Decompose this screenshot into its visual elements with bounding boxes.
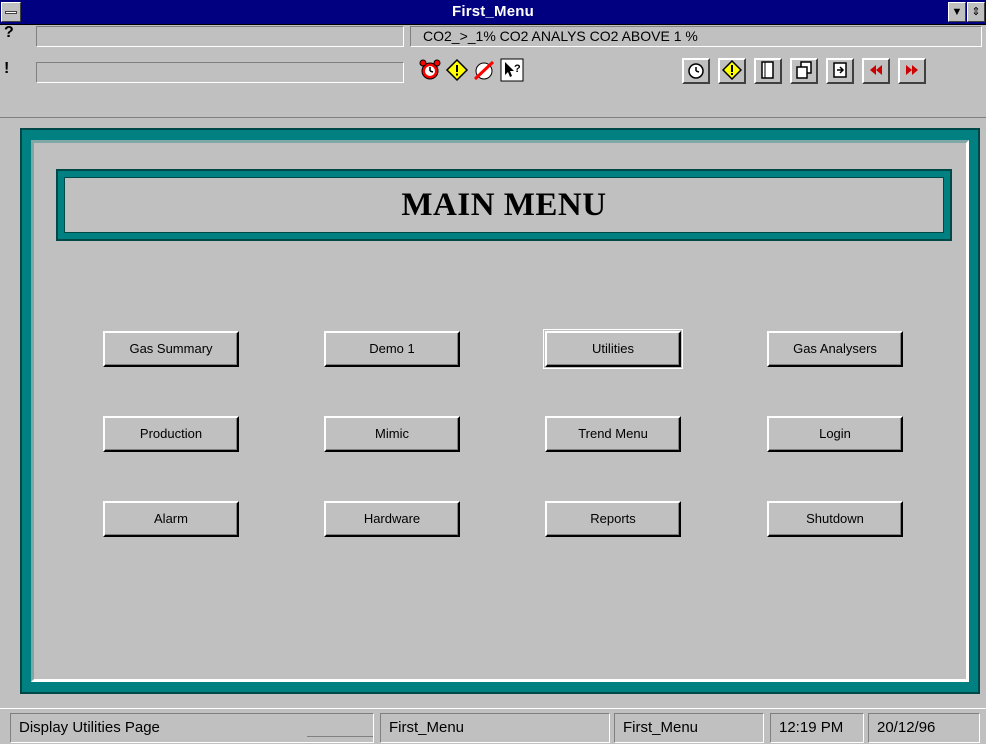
mimic-button[interactable]: Mimic: [324, 416, 460, 452]
next-page-button[interactable]: [898, 58, 926, 84]
restore-button[interactable]: ⇕: [967, 2, 985, 22]
utilities-button[interactable]: Utilities: [543, 329, 683, 369]
warning-icon: [721, 59, 743, 81]
exit-page-button[interactable]: [826, 58, 854, 84]
status-display-name: First_Menu: [380, 713, 610, 743]
alert-exclamation-icon[interactable]: !: [4, 59, 34, 79]
info-field-bottom: [36, 62, 404, 83]
gas-analysers-button[interactable]: Gas Analysers: [767, 331, 903, 367]
hardware-button[interactable]: Hardware: [324, 501, 460, 537]
help-pointer-icon[interactable]: ?: [500, 58, 524, 82]
status-message-text: Display Utilities Page: [19, 719, 160, 736]
alarm-summary-icon: [688, 63, 704, 79]
next-page-icon: [906, 65, 918, 75]
status-bar: Display Utilities Page First_Menu First_…: [0, 708, 986, 744]
main-menu-banner: MAIN MENU: [56, 169, 952, 241]
minimize-button[interactable]: ▼: [948, 2, 966, 22]
exit-page-icon: [833, 62, 847, 78]
demo-1-button[interactable]: Demo 1: [324, 331, 460, 367]
help-question-icon[interactable]: ?: [4, 23, 34, 43]
status-message: Display Utilities Page: [10, 713, 374, 743]
alarm-button[interactable]: Alarm: [103, 501, 239, 537]
status-display-name-2: First_Menu: [614, 713, 764, 743]
page-title: MAIN MENU: [401, 187, 607, 223]
status-divider: [307, 736, 373, 737]
disable-alarm-icon[interactable]: [472, 58, 496, 82]
previous-page-icon: [870, 65, 882, 75]
shutdown-button[interactable]: Shutdown: [767, 501, 903, 537]
page-button[interactable]: [754, 58, 782, 84]
alarm-summary-button[interactable]: [682, 58, 710, 84]
status-time: 12:19 PM: [770, 713, 864, 743]
window-title: First_Menu: [451, 3, 534, 20]
copy-pages-button[interactable]: [790, 58, 818, 84]
previous-page-button[interactable]: [862, 58, 890, 84]
gas-summary-button[interactable]: Gas Summary: [103, 331, 239, 367]
info-field-top: [36, 26, 404, 47]
title-bar: First_Menu ▼ ⇕: [0, 0, 986, 25]
main-menu-banner-face: MAIN MENU: [64, 177, 944, 233]
status-date: 20/12/96: [868, 713, 980, 743]
warning-diamond-icon[interactable]: [445, 58, 469, 82]
warning-button[interactable]: [718, 58, 746, 84]
main-menu-panel: MAIN MENU Gas Summary Demo 1 Utilities G…: [20, 128, 980, 694]
main-menu-panel-inner: MAIN MENU Gas Summary Demo 1 Utilities G…: [31, 140, 969, 682]
page-icon: [761, 61, 774, 79]
copy-pages-icon: [796, 61, 812, 79]
alarm-message-line: CO2_>_1% CO2 ANALYS CO2 ABOVE 1 %: [410, 26, 982, 47]
alarm-clock-icon[interactable]: [418, 58, 442, 82]
reports-button[interactable]: Reports: [545, 501, 681, 537]
svg-text:?: ?: [514, 63, 521, 75]
login-button[interactable]: Login: [767, 416, 903, 452]
trend-menu-button[interactable]: Trend Menu: [545, 416, 681, 452]
alarm-info-bar: ? CO2_>_1% CO2 ANALYS CO2 ABOVE 1 % ! ?: [0, 23, 986, 118]
production-button[interactable]: Production: [103, 416, 239, 452]
